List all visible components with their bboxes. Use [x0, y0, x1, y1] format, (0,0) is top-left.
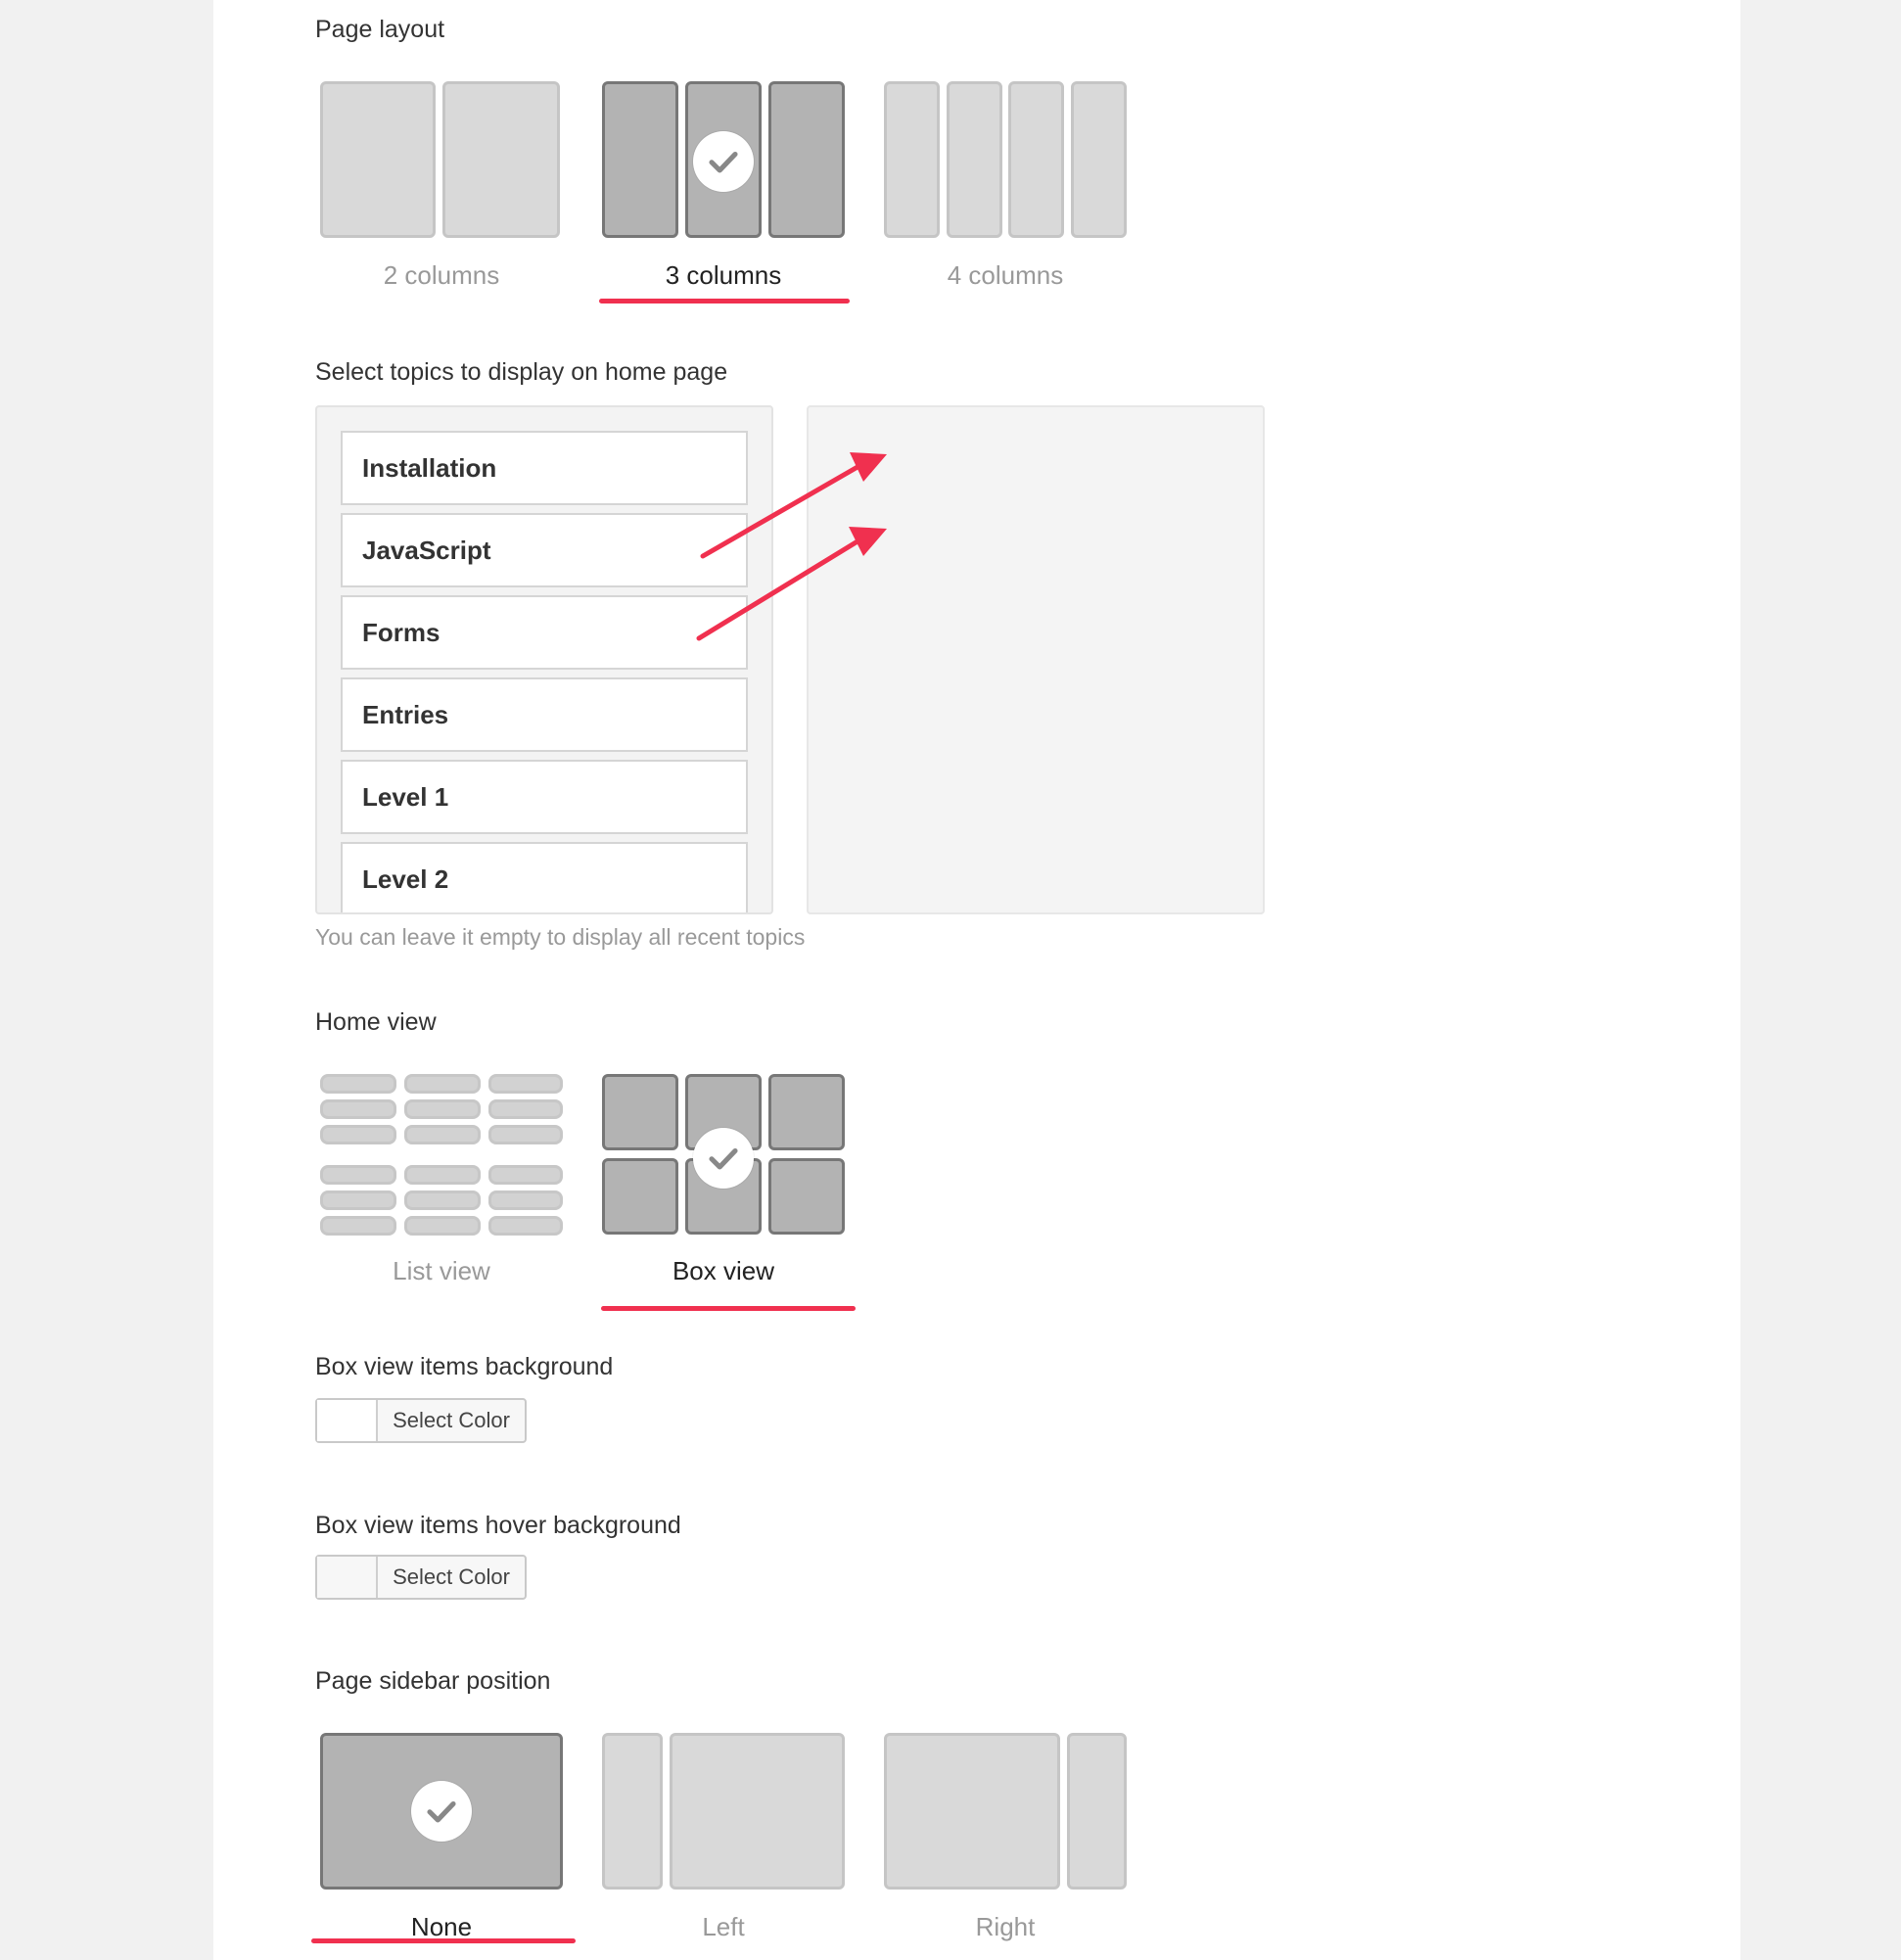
available-topics-list[interactable]: Installation JavaScript Forms Entries Le… — [315, 405, 773, 914]
selected-underline — [311, 1938, 576, 1943]
home-view-option-label: List view — [393, 1256, 490, 1285]
checkmark-icon — [693, 1128, 754, 1189]
layout-4-columns-thumb — [884, 81, 1127, 244]
checkmark-icon — [411, 1781, 472, 1842]
selected-topics-dropzone[interactable] — [807, 405, 1265, 914]
box-hover-bg-select-color-button[interactable]: Select Color — [315, 1555, 527, 1600]
topics-label: Select topics to display on home page — [315, 358, 728, 386]
home-view-option-label: Box view — [672, 1256, 775, 1285]
sidebar-option-label: Left — [702, 1912, 745, 1941]
color-swatch — [317, 1557, 378, 1598]
selected-underline — [599, 299, 850, 303]
box-hover-bg-label: Box view items hover background — [315, 1512, 681, 1539]
layout-3-columns-thumb — [602, 81, 845, 244]
page-layout-label: Page layout — [315, 16, 445, 43]
topic-item-entries[interactable]: Entries — [341, 677, 748, 752]
layout-option-label: 2 columns — [383, 260, 500, 290]
sidebar-option-label: Right — [975, 1912, 1036, 1941]
topic-item-installation[interactable]: Installation — [341, 431, 748, 505]
box-view-thumb — [602, 1074, 845, 1237]
layout-option-label: 4 columns — [947, 260, 1064, 290]
layout-2-columns-thumb — [320, 81, 563, 244]
box-bg-select-color-button[interactable]: Select Color — [315, 1398, 527, 1443]
select-color-label: Select Color — [393, 1564, 510, 1589]
home-view-label: Home view — [315, 1008, 437, 1036]
select-color-label: Select Color — [393, 1408, 510, 1432]
sidebar-none-thumb — [320, 1733, 563, 1895]
selected-underline — [601, 1306, 856, 1311]
sidebar-left-thumb — [602, 1733, 845, 1895]
list-view-thumb — [320, 1074, 563, 1237]
checkmark-icon — [693, 131, 754, 192]
topic-item-forms[interactable]: Forms — [341, 595, 748, 670]
settings-panel — [213, 0, 1740, 1960]
topic-item-javascript[interactable]: JavaScript — [341, 513, 748, 587]
layout-option-label: 3 columns — [665, 260, 782, 290]
topic-item-level-1[interactable]: Level 1 — [341, 760, 748, 834]
box-bg-label: Box view items background — [315, 1353, 614, 1380]
color-swatch — [317, 1400, 378, 1441]
sidebar-position-label: Page sidebar position — [315, 1667, 551, 1695]
topic-item-level-2[interactable]: Level 2 — [341, 842, 748, 912]
sidebar-right-thumb — [884, 1733, 1127, 1895]
topics-hint: You can leave it empty to display all re… — [315, 924, 806, 950]
